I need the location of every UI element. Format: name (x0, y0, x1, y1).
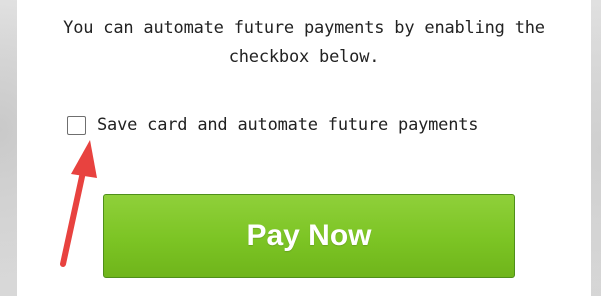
save-card-option[interactable]: Save card and automate future payments (67, 112, 479, 138)
info-text-line-2: checkbox below. (228, 47, 380, 67)
payment-panel: You can automate future payments by enab… (17, 0, 591, 296)
save-card-label[interactable]: Save card and automate future payments (97, 115, 479, 135)
automation-info-text: You can automate future payments by enab… (17, 14, 591, 72)
info-text-line-1: You can automate future payments by enab… (63, 18, 545, 38)
pay-now-button[interactable]: Pay Now (103, 194, 515, 278)
